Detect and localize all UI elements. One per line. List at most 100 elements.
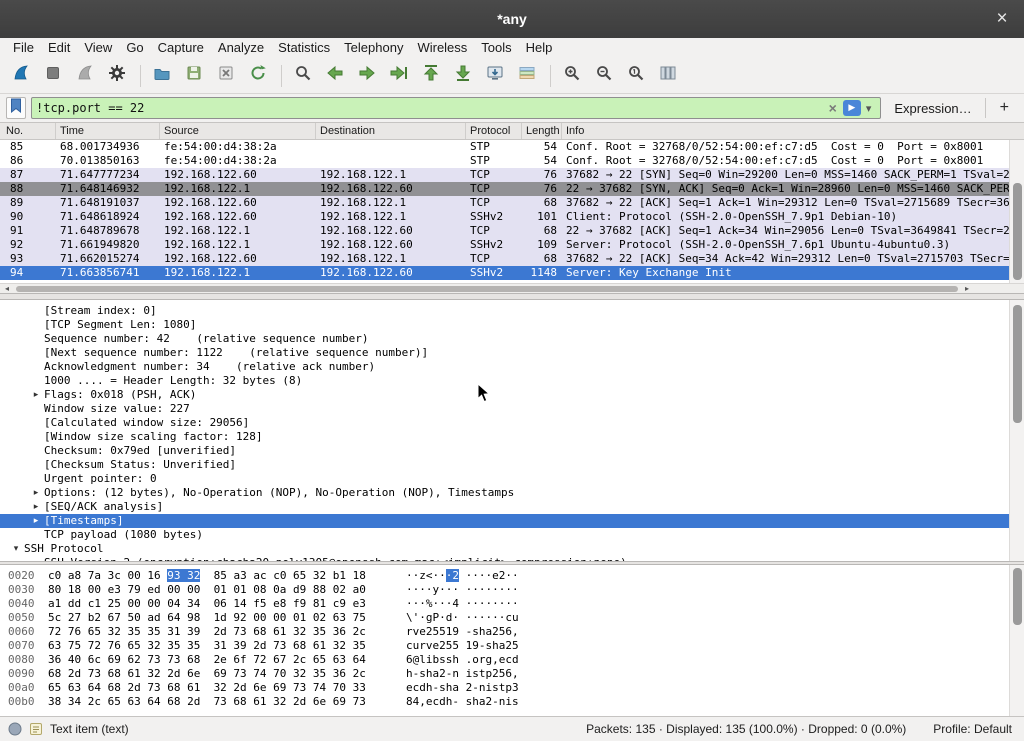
detail-row[interactable]: Checksum: 0x79ed [unverified] bbox=[0, 444, 1024, 458]
vscrollbar-thumb[interactable] bbox=[1013, 568, 1022, 625]
zoom-in-button[interactable] bbox=[557, 62, 587, 90]
menu-help[interactable]: Help bbox=[519, 38, 560, 58]
display-filter-input[interactable]: !tcp.port == 22 × ▶ ▾ bbox=[31, 97, 881, 119]
packet-row[interactable]: 9271.661949820192.168.122.1192.168.122.6… bbox=[0, 238, 1024, 252]
capture-comment-icon[interactable] bbox=[29, 722, 43, 736]
scroll-left-icon[interactable]: ◂ bbox=[0, 284, 14, 293]
packet-list-hscrollbar[interactable]: ◂ ▸ bbox=[0, 283, 1024, 293]
menu-edit[interactable]: Edit bbox=[41, 38, 77, 58]
go-last-button[interactable] bbox=[448, 62, 478, 90]
detail-row[interactable]: TCP payload (1080 bytes) bbox=[0, 528, 1024, 542]
detail-row[interactable]: [Checksum Status: Unverified] bbox=[0, 458, 1024, 472]
detail-row[interactable]: [Calculated window size: 29056] bbox=[0, 416, 1024, 430]
packet-row[interactable]: 8568.001734936fe:54:00:d4:38:2aSTP54Conf… bbox=[0, 140, 1024, 154]
vscrollbar-thumb[interactable] bbox=[1013, 305, 1022, 422]
menu-analyze[interactable]: Analyze bbox=[211, 38, 271, 58]
filter-bookmark-button[interactable] bbox=[6, 97, 26, 119]
open-file-button[interactable] bbox=[147, 62, 177, 90]
menu-tools[interactable]: Tools bbox=[474, 38, 518, 58]
hex-line[interactable]: 006072 76 65 32 35 35 31 39 2d 73 68 61 … bbox=[8, 625, 1024, 639]
detail-row[interactable]: Window size value: 227 bbox=[0, 402, 1024, 416]
hex-line[interactable]: 009068 2d 73 68 61 32 2d 6e 69 73 74 70 … bbox=[8, 667, 1024, 681]
column-header-source[interactable]: Source bbox=[160, 123, 316, 139]
detail-row[interactable]: [Next sequence number: 1122 (relative se… bbox=[0, 346, 1024, 360]
hex-line[interactable]: 0040a1 dd c1 25 00 00 04 34 06 14 f5 e8 … bbox=[8, 597, 1024, 611]
expander-collapsed-icon[interactable] bbox=[28, 388, 44, 402]
save-file-button[interactable] bbox=[179, 62, 209, 90]
expander-collapsed-icon[interactable] bbox=[28, 486, 44, 500]
find-packet-button[interactable] bbox=[288, 62, 318, 90]
detail-row[interactable]: Sequence number: 42 (relative sequence n… bbox=[0, 332, 1024, 346]
menu-file[interactable]: File bbox=[6, 38, 41, 58]
menu-telephony[interactable]: Telephony bbox=[337, 38, 410, 58]
detail-row[interactable]: SSH Version 2 (encryption:chacha20-poly1… bbox=[0, 556, 1024, 561]
menu-statistics[interactable]: Statistics bbox=[271, 38, 337, 58]
go-back-button[interactable] bbox=[320, 62, 350, 90]
bytes-vscrollbar[interactable] bbox=[1009, 565, 1024, 716]
menu-go[interactable]: Go bbox=[119, 38, 150, 58]
packet-list-vscrollbar[interactable] bbox=[1009, 140, 1024, 283]
detail-row[interactable]: Acknowledgment number: 34 (relative ack … bbox=[0, 360, 1024, 374]
expander-collapsed-icon[interactable] bbox=[28, 514, 44, 528]
pane-splitter[interactable] bbox=[0, 293, 1024, 300]
column-header-time[interactable]: Time bbox=[56, 123, 160, 139]
detail-row[interactable]: 1000 .... = Header Length: 32 bytes (8) bbox=[0, 374, 1024, 388]
expression-button[interactable]: Expression… bbox=[886, 101, 979, 116]
column-header-destination[interactable]: Destination bbox=[316, 123, 466, 139]
column-header-length[interactable]: Length bbox=[522, 123, 562, 139]
detail-row[interactable]: [Window size scaling factor: 128] bbox=[0, 430, 1024, 444]
hex-line[interactable]: 00a065 63 64 68 2d 73 68 61 32 2d 6e 69 … bbox=[8, 681, 1024, 695]
menu-view[interactable]: View bbox=[77, 38, 119, 58]
zoom-out-button[interactable] bbox=[589, 62, 619, 90]
clear-filter-icon[interactable]: × bbox=[823, 100, 843, 116]
detail-row-selected[interactable]: [Timestamps] bbox=[0, 514, 1024, 528]
zoom-original-button[interactable] bbox=[621, 62, 651, 90]
scroll-right-icon[interactable]: ▸ bbox=[960, 284, 974, 293]
column-header-info[interactable]: Info bbox=[562, 123, 1024, 139]
status-profile[interactable]: Profile: Default bbox=[933, 722, 1016, 736]
go-first-button[interactable] bbox=[416, 62, 446, 90]
apply-filter-icon[interactable]: ▶ bbox=[843, 100, 861, 116]
detail-row[interactable]: [SEQ/ACK analysis] bbox=[0, 500, 1024, 514]
detail-row[interactable]: Options: (12 bytes), No-Operation (NOP),… bbox=[0, 486, 1024, 500]
stop-capture-button[interactable] bbox=[38, 62, 68, 90]
hex-line[interactable]: 00505c 27 b2 67 50 ad 64 98 1d 92 00 00 … bbox=[8, 611, 1024, 625]
resize-columns-button[interactable] bbox=[653, 62, 683, 90]
capture-options-button[interactable] bbox=[102, 62, 132, 90]
detail-row[interactable]: [Stream index: 0] bbox=[0, 304, 1024, 318]
packet-row[interactable]: 8771.647777234192.168.122.60192.168.122.… bbox=[0, 168, 1024, 182]
hex-line[interactable]: 007063 75 72 76 65 32 35 35 31 39 2d 73 … bbox=[8, 639, 1024, 653]
expert-info-icon[interactable] bbox=[8, 722, 22, 736]
hex-line[interactable]: 008036 40 6c 69 62 73 73 68 2e 6f 72 67 … bbox=[8, 653, 1024, 667]
detail-row[interactable]: Flags: 0x018 (PSH, ACK) bbox=[0, 388, 1024, 402]
titlebar[interactable]: *any × bbox=[0, 0, 1024, 38]
close-file-button[interactable] bbox=[211, 62, 241, 90]
add-filter-button[interactable]: + bbox=[991, 99, 1018, 117]
details-vscrollbar[interactable] bbox=[1009, 300, 1024, 561]
packet-row[interactable]: 9371.662015274192.168.122.60192.168.122.… bbox=[0, 252, 1024, 266]
detail-row[interactable]: SSH Protocol bbox=[0, 542, 1024, 556]
reload-button[interactable] bbox=[243, 62, 273, 90]
column-header-no[interactable]: No. bbox=[0, 123, 56, 139]
restart-capture-button[interactable] bbox=[70, 62, 100, 90]
colorize-button[interactable] bbox=[512, 62, 542, 90]
packet-row[interactable]: 9171.648789678192.168.122.1192.168.122.6… bbox=[0, 224, 1024, 238]
hscrollbar-thumb[interactable] bbox=[16, 286, 958, 292]
expander-expanded-icon[interactable] bbox=[8, 542, 24, 556]
auto-scroll-button[interactable] bbox=[480, 62, 510, 90]
hex-line[interactable]: 00b038 34 2c 65 63 64 68 2d 73 68 61 32 … bbox=[8, 695, 1024, 709]
packet-row[interactable]: 9071.648618924192.168.122.60192.168.122.… bbox=[0, 210, 1024, 224]
menu-wireless[interactable]: Wireless bbox=[410, 38, 474, 58]
packet-row[interactable]: 8871.648146932192.168.122.1192.168.122.6… bbox=[0, 182, 1024, 196]
packet-row[interactable]: 8670.013850163fe:54:00:d4:38:2aSTP54Conf… bbox=[0, 154, 1024, 168]
go-forward-button[interactable] bbox=[352, 62, 382, 90]
hscrollbar-track[interactable] bbox=[14, 285, 960, 293]
detail-row[interactable]: [TCP Segment Len: 1080] bbox=[0, 318, 1024, 332]
hex-line[interactable]: 0020c0 a8 7a 3c 00 16 93 32 85 a3 ac c0 … bbox=[8, 569, 1024, 583]
column-header-protocol[interactable]: Protocol bbox=[466, 123, 522, 139]
hex-line[interactable]: 003080 18 00 e3 79 ed 00 00 01 01 08 0a … bbox=[8, 583, 1024, 597]
packet-row-selected[interactable]: 9471.663856741192.168.122.1192.168.122.6… bbox=[0, 266, 1024, 280]
menu-capture[interactable]: Capture bbox=[151, 38, 211, 58]
packet-row[interactable]: 8971.648191037192.168.122.60192.168.122.… bbox=[0, 196, 1024, 210]
close-window-button[interactable]: × bbox=[990, 7, 1014, 31]
